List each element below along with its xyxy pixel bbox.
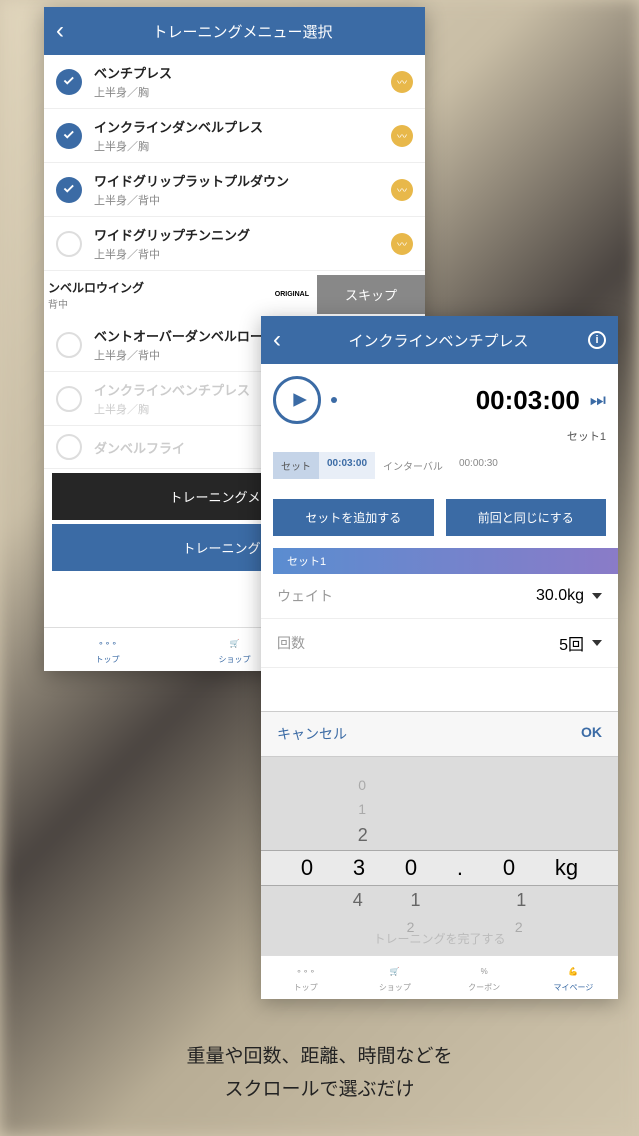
checkbox-off-icon[interactable]: [56, 434, 82, 460]
progress-dot-icon: [331, 397, 337, 403]
add-set-button[interactable]: セットを追加する: [273, 499, 434, 536]
cart-icon: 🛒: [350, 962, 439, 980]
list-item[interactable]: ワイドグリップチンニング上半身／背中 〰: [44, 217, 425, 271]
list-item[interactable]: ワイドグリップラットプルダウン上半身／背中 〰: [44, 163, 425, 217]
checkbox-on-icon[interactable]: [56, 69, 82, 95]
same-as-previous-button[interactable]: 前回と同じにする: [446, 499, 607, 536]
set-label: セット1: [273, 428, 606, 444]
timer-display: 00:03:00: [347, 385, 580, 416]
checkbox-on-icon[interactable]: [56, 123, 82, 149]
weight-row[interactable]: ウェイト 30.0kg: [261, 574, 618, 619]
timer-section: 00:03:00 ⏭ セット1 セット 00:03:00 インターバル 00:0…: [261, 364, 618, 491]
muscle-icon: 💪: [529, 962, 618, 980]
header: ‹ インクラインベンチプレス i: [261, 316, 618, 364]
activity-badge-icon: 〰: [391, 233, 413, 255]
grid-icon: ⚬⚬⚬: [44, 634, 171, 652]
info-icon[interactable]: i: [588, 331, 606, 349]
checkbox-off-icon[interactable]: [56, 386, 82, 412]
tab-shop[interactable]: 🛒ショップ: [350, 962, 439, 993]
list-item[interactable]: インクラインダンベルプレス上半身／胸 〰: [44, 109, 425, 163]
play-button[interactable]: [273, 376, 321, 424]
chevron-down-icon: [592, 640, 602, 646]
picker-hint: トレーニングを完了する: [261, 930, 618, 947]
segment-row: セット 00:03:00 インターバル 00:00:30: [273, 452, 606, 479]
picker-selected-row: 030.0kg: [261, 850, 618, 886]
activity-badge-icon: 〰: [391, 71, 413, 93]
cancel-button[interactable]: キャンセル: [277, 724, 347, 744]
skip-button[interactable]: スキップ: [317, 275, 425, 314]
ok-button[interactable]: OK: [581, 724, 602, 744]
skip-row: ンベルロウイング背中 ORIGINAL スキップ: [44, 271, 425, 318]
back-icon[interactable]: ‹: [56, 17, 64, 45]
next-icon[interactable]: ⏭: [590, 390, 606, 411]
activity-badge-icon: 〰: [391, 179, 413, 201]
activity-badge-icon: 〰: [391, 125, 413, 147]
back-icon[interactable]: ‹: [273, 326, 281, 354]
set-tab[interactable]: セット1: [273, 548, 618, 574]
reps-row[interactable]: 回数 5回: [261, 619, 618, 668]
grid-icon: ⚬⚬⚬: [261, 962, 350, 980]
checkbox-off-icon[interactable]: [56, 231, 82, 257]
tab-top[interactable]: ⚬⚬⚬トップ: [44, 634, 171, 665]
tabbar: ⚬⚬⚬トップ 🛒ショップ %クーポン 💪マイページ: [261, 955, 618, 999]
page-title: インクラインベンチプレス: [289, 330, 588, 351]
coupon-icon: %: [440, 962, 529, 980]
list-item[interactable]: ベンチプレス上半身／胸 〰: [44, 55, 425, 109]
checkbox-on-icon[interactable]: [56, 177, 82, 203]
tab-coupon[interactable]: %クーポン: [440, 962, 529, 993]
phone-exercise-detail: ‹ インクラインベンチプレス i 00:03:00 ⏭ セット1 セット 00:…: [261, 316, 618, 999]
chevron-down-icon: [592, 593, 602, 599]
tab-top[interactable]: ⚬⚬⚬トップ: [261, 962, 350, 993]
picker-toolbar: キャンセル OK: [261, 711, 618, 757]
tab-mypage[interactable]: 💪マイページ: [529, 962, 618, 993]
value-picker[interactable]: 0 1 2 030.0kg 411 22 トレーニングを完了する: [261, 757, 618, 955]
checkbox-off-icon[interactable]: [56, 332, 82, 358]
marketing-caption: 重量や回数、距離、時間などを スクロールで選ぶだけ: [0, 1041, 639, 1106]
header: ‹ トレーニングメニュー選択: [44, 7, 425, 55]
page-title: トレーニングメニュー選択: [72, 21, 413, 42]
